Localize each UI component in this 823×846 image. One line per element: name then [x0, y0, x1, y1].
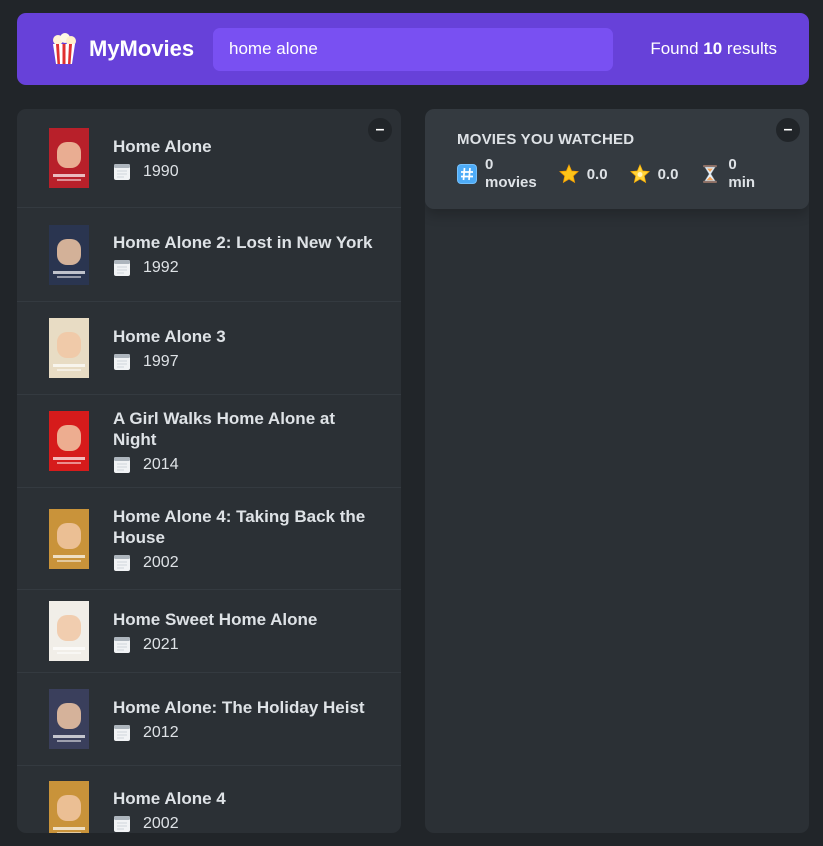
navbar: MyMovies Found 10 results	[17, 13, 809, 85]
user-rating-value: 0.0	[657, 165, 679, 183]
summary-stats: 0 movies 0.0 0.0 0 min	[457, 156, 777, 192]
stat-imdb-rating: 0.0	[558, 164, 608, 184]
logo: MyMovies	[49, 33, 213, 65]
movie-year: 1997	[113, 353, 226, 371]
movie-poster	[49, 601, 89, 661]
movie-list: Home Alone 1990 Home Alone 2: Lost in New …	[17, 109, 401, 833]
movie-poster	[49, 411, 89, 471]
watched-box: – Movies you watched 0 movies 0.0	[425, 109, 809, 833]
popcorn-icon	[53, 33, 76, 64]
movie-year-value: 1992	[143, 259, 179, 276]
summary-title: Movies you watched	[457, 131, 635, 148]
movie-info: Home Alone 3 1997	[113, 326, 226, 371]
movie-info: Home Alone 1990	[113, 136, 212, 181]
movie-title: Home Sweet Home Alone	[113, 609, 318, 629]
movie-year-value: 2012	[143, 723, 179, 741]
movie-list-item[interactable]: Home Alone 4 2002	[17, 766, 401, 833]
movie-year: 2012	[113, 724, 365, 742]
movie-list-item[interactable]: Home Alone 2: Lost in New York 1992	[17, 208, 401, 302]
collapse-watched-button[interactable]: –	[776, 118, 800, 142]
movies-count-unit: movies	[485, 174, 537, 191]
movie-title: A Girl Walks Home Alone at Night	[113, 409, 335, 449]
movie-info: Home Sweet Home Alone 2021	[113, 609, 317, 654]
star-icon	[558, 164, 579, 184]
collapse-results-button[interactable]: –	[368, 118, 392, 142]
calendar-icon	[114, 724, 130, 741]
movies-count-value: 0	[485, 156, 494, 173]
movie-list-item[interactable]: Home Alone 4: Taking Back the House 2002	[17, 488, 401, 590]
movie-year-value: 2021	[143, 635, 179, 653]
runtime-value: 0	[728, 156, 737, 173]
stat-runtime: 0 min	[700, 156, 755, 192]
calendar-icon	[114, 353, 130, 370]
movie-poster	[49, 780, 89, 833]
movie-poster	[49, 128, 89, 188]
movie-info: A Girl Walks Home Alone at Night 2014	[113, 408, 377, 474]
movie-title: Home Alone 2: Lost in New York	[113, 233, 373, 252]
movie-year-value: 2014	[143, 456, 179, 473]
calendar-icon	[114, 636, 130, 653]
imdb-rating-value: 0.0	[586, 165, 608, 183]
watched-summary: Movies you watched 0 movies 0.0	[425, 109, 809, 209]
calendar-icon	[114, 163, 130, 180]
calendar-icon	[114, 457, 130, 473]
movie-year-value: 1990	[143, 162, 179, 180]
movie-info: Home Alone 2: Lost in New York 1992	[113, 232, 372, 277]
movie-poster	[49, 508, 89, 569]
movie-year-value: 1997	[143, 352, 179, 370]
results-count: Found 10 results	[650, 39, 777, 58]
movie-year: 1990	[113, 163, 212, 181]
calendar-icon	[114, 260, 130, 276]
stat-movies-count: 0 movies	[457, 156, 537, 192]
movie-info: Home Alone: The Holiday Heist 2012	[113, 697, 365, 742]
movie-title: Home Alone 4	[113, 789, 226, 808]
movie-list-item[interactable]: Home Alone 3 1997	[17, 302, 401, 395]
stat-user-rating: 0.0	[629, 164, 679, 184]
movie-title: Home Alone 4: Taking Back the House	[113, 506, 366, 547]
hash-icon	[457, 164, 477, 184]
movie-year: 2021	[113, 636, 317, 654]
app-name: MyMovies	[89, 36, 195, 61]
results-number: 10	[703, 39, 723, 58]
movie-info: Home Alone 4: Taking Back the House 2002	[113, 506, 377, 572]
movie-list-item[interactable]: Home Sweet Home Alone 2021	[17, 590, 401, 673]
movie-year: 2014	[113, 456, 377, 474]
search-results-box[interactable]: – Home Alone 1990 Home Alone 2: Lost in Ne…	[17, 109, 401, 833]
movie-poster	[49, 318, 89, 378]
movie-poster	[49, 689, 89, 749]
movie-title: Home Alone	[113, 136, 212, 156]
search-input[interactable]	[213, 27, 613, 71]
hourglass-icon	[703, 165, 718, 183]
movie-list-item[interactable]: Home Alone 1990	[17, 109, 401, 208]
calendar-icon	[114, 816, 130, 832]
movie-year-value: 2002	[143, 553, 179, 571]
movie-year: 2002	[113, 554, 377, 572]
movie-list-item[interactable]: Home Alone: The Holiday Heist 2012	[17, 673, 401, 766]
movie-year: 2002	[113, 815, 226, 833]
movie-title: Home Alone: The Holiday Heist	[113, 697, 365, 717]
calendar-icon	[114, 554, 130, 571]
movie-list-item[interactable]: A Girl Walks Home Alone at Night 2014	[17, 395, 401, 488]
movie-poster	[49, 224, 89, 285]
movie-title: Home Alone 3	[113, 326, 226, 346]
movie-info: Home Alone 4 2002	[113, 788, 226, 833]
movie-year: 1992	[113, 259, 372, 277]
glowing-star-icon	[629, 164, 650, 184]
runtime-unit: min	[728, 174, 756, 191]
movie-year-value: 2002	[143, 815, 179, 832]
